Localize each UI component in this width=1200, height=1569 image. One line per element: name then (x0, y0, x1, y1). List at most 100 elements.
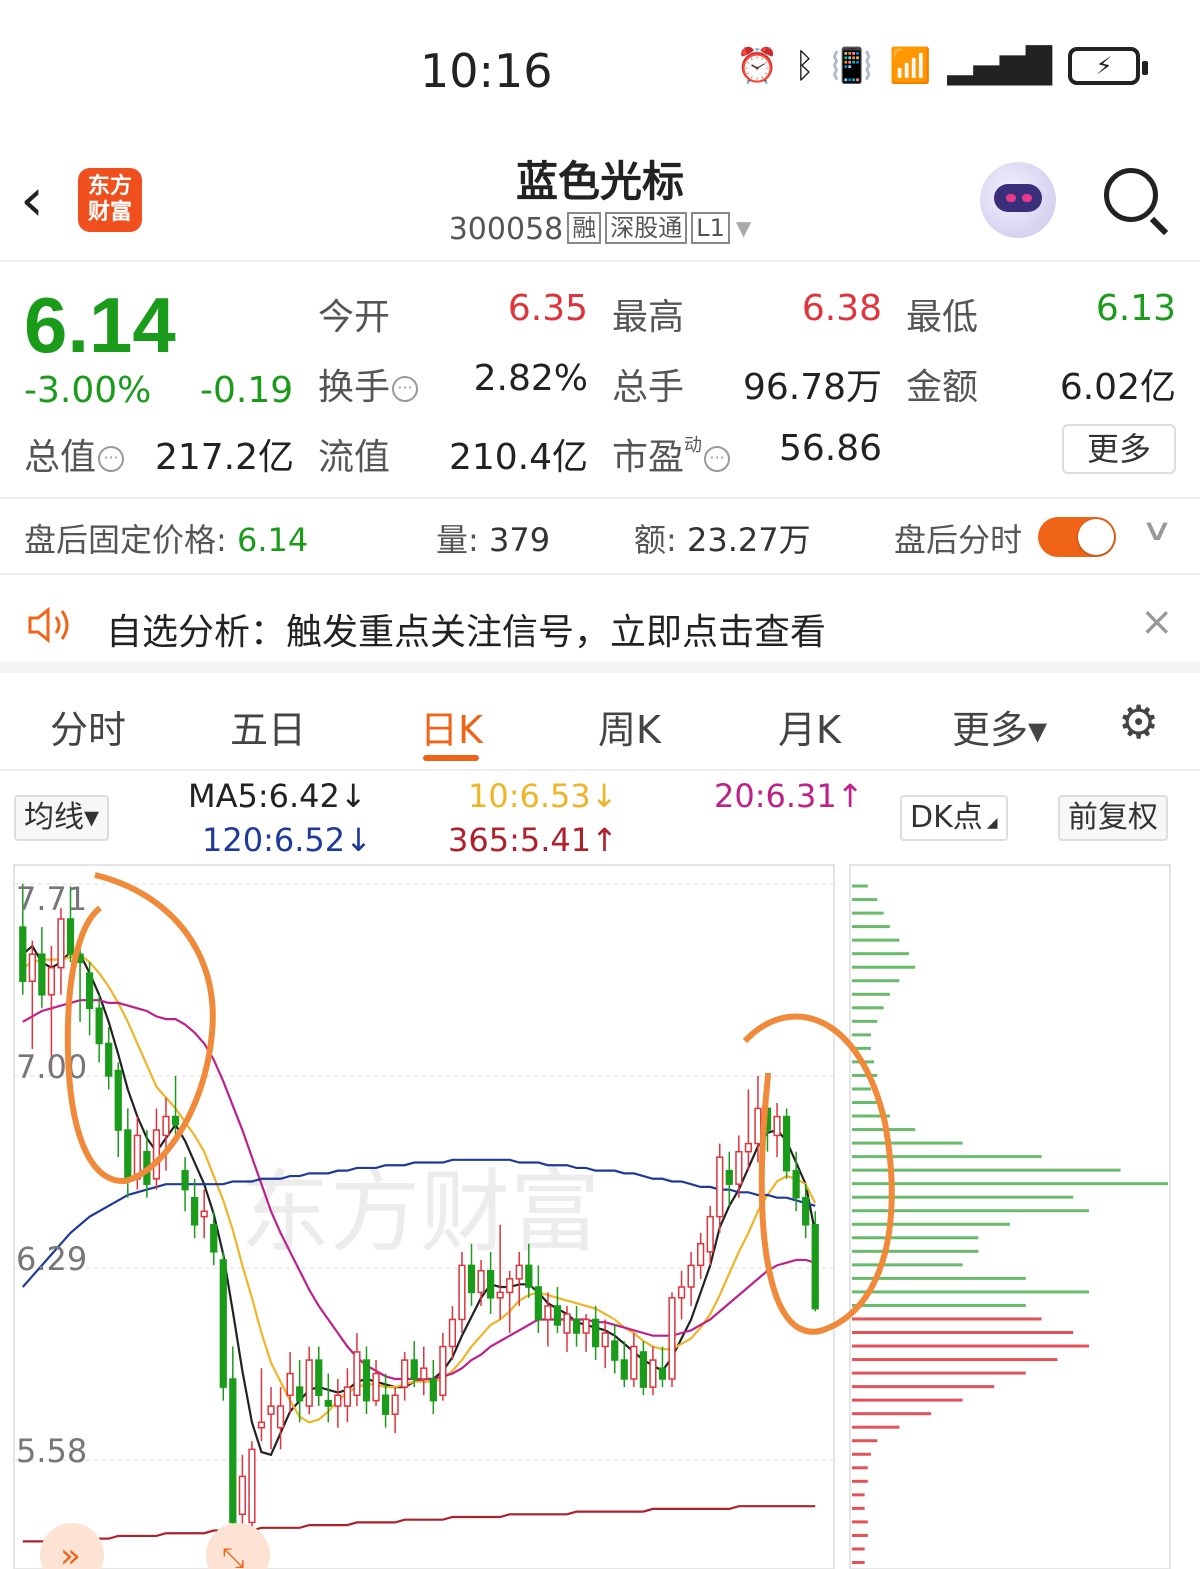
turnover-label[interactable]: 换手 ··· (318, 358, 419, 410)
expand-arrows-icon: ⤡ (222, 1541, 244, 1569)
candlestick (114, 1062, 122, 1158)
chevron-down-icon[interactable]: ∨ (1141, 513, 1174, 548)
ma5-value: MA5:6.42↓ (188, 777, 367, 815)
tab-daily-k[interactable]: 日K (420, 699, 483, 754)
volume-profile-bar (852, 1263, 963, 1267)
info-icon[interactable]: ··· (392, 376, 419, 402)
tab-intraday[interactable]: 分时 (50, 699, 126, 754)
candle-body (267, 1405, 275, 1415)
indicator-select[interactable]: 均线▾ (14, 795, 110, 841)
candlestick (534, 1265, 542, 1333)
pe-value: 56.86 (778, 428, 882, 469)
candlestick (391, 1387, 399, 1434)
volume-profile-bar (852, 938, 900, 942)
dk-point-button[interactable]: DK点 ◢ (900, 795, 1008, 841)
candle-body (582, 1318, 590, 1334)
low-value: 6.13 (1095, 288, 1176, 329)
change-amount: -0.19 (200, 370, 294, 411)
volume-profile-bar (852, 1533, 868, 1537)
candle-body (525, 1264, 533, 1288)
change-percent: -3.00% (24, 370, 152, 411)
candle-body (372, 1372, 380, 1402)
pe-label[interactable]: 市盈动··· (612, 428, 731, 480)
total-mv-label[interactable]: 总值 ··· (24, 428, 125, 480)
notice-bar[interactable]: 自选分析：触发重点关注信号，立即点击查看 × (0, 575, 1200, 673)
battery-icon: ⚡ (1068, 47, 1148, 85)
candlestick (639, 1341, 647, 1396)
tab-five-day[interactable]: 五日 (230, 699, 306, 754)
candle-body (782, 1115, 791, 1172)
tab-weekly-k[interactable]: 周K (598, 699, 661, 754)
volume-label: 总手 (612, 367, 685, 408)
volume-profile-bar (852, 1398, 963, 1402)
candlestick (668, 1292, 676, 1388)
candle-body (754, 1107, 762, 1145)
candle-body (391, 1394, 399, 1415)
candle-body (486, 1270, 495, 1299)
kline-chart-area[interactable]: 东方 财富 7.71 7.00 6.29 5.58 » ⤡ (0, 863, 1200, 1569)
volume-profile-bar (852, 1547, 865, 1551)
candle-body (553, 1305, 562, 1326)
candlestick (362, 1346, 371, 1415)
gear-icon[interactable]: ⚙ (1118, 699, 1159, 745)
candle-body (315, 1359, 323, 1396)
volume-profile-bar (852, 1425, 900, 1429)
candlestick (257, 1368, 266, 1442)
close-icon[interactable]: × (1140, 599, 1174, 645)
candle-body (257, 1421, 266, 1429)
candle-body (296, 1386, 304, 1402)
volume-profile-bar (852, 884, 868, 888)
ah-amt-label: 额: (634, 521, 677, 559)
volume-profile-bar (852, 965, 916, 969)
info-icon[interactable]: ··· (98, 446, 125, 472)
more-button[interactable]: 更多 (1062, 424, 1176, 474)
corner-triangle-icon: ◢ (986, 815, 998, 831)
candlestick (782, 1108, 791, 1179)
total-mv-label-text: 总值 (24, 437, 97, 478)
candle-body (114, 1069, 122, 1131)
candlestick (697, 1232, 705, 1279)
stock-code: 300058 (448, 212, 564, 247)
dk-point-label: DK点 (910, 800, 983, 835)
candle-body (57, 918, 65, 969)
candlestick (401, 1351, 409, 1401)
candle-body (410, 1359, 418, 1380)
speaker-icon (28, 606, 69, 644)
after-hours-toggle[interactable] (1038, 517, 1116, 557)
y-tick-label: 7.00 (16, 1048, 87, 1086)
after-hours-bar: 盘后固定价格: 6.14 量: 379 额: 23.27万 盘后分时 ∨ (0, 497, 1200, 575)
candlestick (582, 1314, 590, 1352)
candle-body (716, 1156, 724, 1218)
kline-tabs: 分时 五日 日K 周K 月K 更多▾ ⚙ (0, 685, 1200, 771)
ah-vol-value: 379 (488, 521, 551, 559)
candle-body (658, 1367, 667, 1380)
candle-body (181, 1169, 189, 1191)
search-icon[interactable] (1104, 168, 1158, 222)
candle-body (811, 1224, 819, 1310)
candlestick (315, 1346, 323, 1407)
pe-label-text: 市盈 (612, 437, 685, 478)
volume-profile-bar (852, 1331, 1074, 1334)
candle-body (697, 1242, 705, 1267)
watermark-text: 东方 (240, 1160, 420, 1265)
kline-chart[interactable]: 东方 财富 7.71 7.00 6.29 5.58 » ⤡ (0, 863, 1200, 1569)
candlestick (611, 1324, 619, 1374)
candlestick (381, 1373, 390, 1428)
candle-body (563, 1313, 571, 1334)
adjust-button[interactable]: 前复权 (1058, 795, 1168, 841)
candlestick (95, 994, 103, 1063)
candle-body (496, 1291, 504, 1299)
volume-profile-bar (852, 979, 900, 983)
tab-more[interactable]: 更多▾ (952, 699, 1047, 754)
candle-body (802, 1196, 810, 1226)
candlestick (191, 1178, 199, 1239)
status-time: 10:16 (420, 44, 553, 98)
candlestick (553, 1287, 562, 1333)
after-hours-amount: 额: 23.27万 (634, 515, 811, 561)
volume-profile-bar (852, 1466, 868, 1470)
assistant-robot-icon[interactable] (980, 162, 1056, 238)
candlestick (334, 1379, 342, 1428)
double-chevron-icon: » (60, 1536, 81, 1569)
tab-monthly-k[interactable]: 月K (778, 699, 841, 754)
candle-body (477, 1270, 485, 1294)
